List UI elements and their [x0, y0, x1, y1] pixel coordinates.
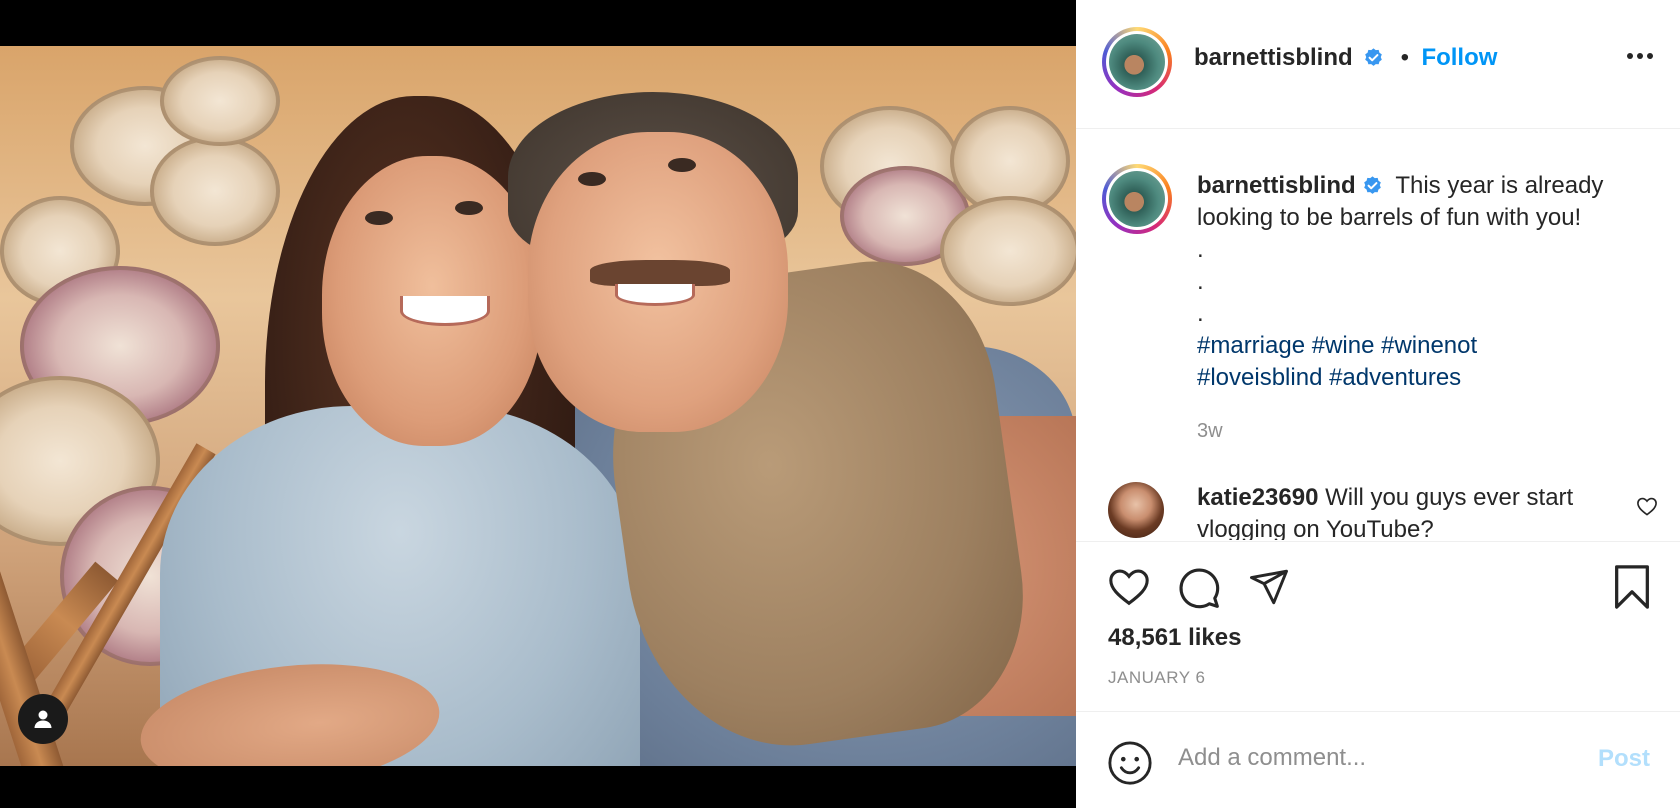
caption-username[interactable]: barnettisblind	[1197, 172, 1356, 199]
caption-dot: .	[1197, 300, 1204, 327]
comment-icon[interactable]	[1177, 566, 1221, 610]
comment-composer: Post	[1076, 711, 1680, 808]
commenter-avatar[interactable]	[1108, 482, 1164, 538]
post-side-panel: barnettisblind • Follow barnettisblind T…	[1076, 0, 1680, 808]
post-modal: barnettisblind • Follow barnettisblind T…	[0, 0, 1680, 808]
author-username[interactable]: barnettisblind	[1194, 44, 1353, 71]
post-date[interactable]: JANUARY 6	[1108, 668, 1205, 688]
comment-text: katie23690 Will you guys ever start vlog…	[1197, 482, 1637, 540]
comment-item: katie23690 Will you guys ever start vlog…	[1076, 482, 1680, 540]
user-tag-button[interactable]	[18, 694, 68, 744]
caption-timestamp[interactable]: 3w	[1197, 420, 1223, 443]
commenter-username[interactable]: katie23690	[1197, 484, 1318, 511]
post-media[interactable]	[0, 0, 1076, 808]
bookmark-icon[interactable]	[1612, 564, 1652, 610]
hashtag-links[interactable]: #loveisblind #adventures	[1197, 362, 1657, 394]
user-tag-icon	[34, 710, 52, 728]
emoji-icon[interactable]	[1107, 740, 1153, 786]
post-comment-button[interactable]: Post	[1598, 745, 1650, 773]
caption-author-avatar[interactable]	[1102, 164, 1172, 234]
author-avatar[interactable]	[1102, 27, 1172, 97]
post-actions: 48,561 likes JANUARY 6	[1076, 541, 1680, 711]
comments-section[interactable]: barnettisblind This year is already look…	[1076, 130, 1680, 540]
share-icon[interactable]	[1247, 566, 1291, 608]
verified-badge-icon	[1365, 48, 1382, 66]
caption-dot: .	[1197, 236, 1204, 263]
post-photo	[0, 46, 1076, 766]
comment-input[interactable]	[1178, 736, 1578, 780]
comment-like-icon[interactable]	[1636, 496, 1658, 516]
post-caption: barnettisblind This year is already look…	[1197, 170, 1657, 394]
follow-button[interactable]: Follow	[1421, 44, 1497, 71]
hashtag-links[interactable]: #marriage #wine #winenot	[1197, 330, 1657, 362]
caption-dot: .	[1197, 268, 1204, 295]
likes-count[interactable]: 48,561 likes	[1108, 624, 1241, 652]
verified-badge-icon	[1363, 176, 1381, 194]
post-header: barnettisblind • Follow	[1076, 0, 1680, 129]
heart-icon[interactable]	[1107, 566, 1151, 606]
separator-dot: •	[1400, 44, 1409, 71]
more-options-icon[interactable]	[1626, 52, 1654, 60]
